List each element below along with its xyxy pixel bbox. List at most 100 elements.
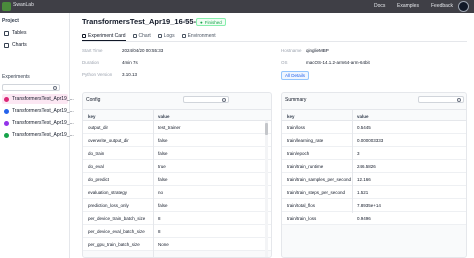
tab-label: Logs xyxy=(163,33,175,39)
table-row: evaluation_strategy no xyxy=(83,186,271,199)
table-row: train/total_flos 7.8935e+14 xyxy=(282,199,466,212)
experiment-color-dot-icon xyxy=(4,108,9,114)
row-key: overwrite_output_dir xyxy=(88,138,129,143)
status-label: Finished xyxy=(204,19,222,25)
table-row: output_dir test_trainer xyxy=(83,121,271,134)
experiment-item[interactable]: TransformersTest_Apr19_... xyxy=(2,106,74,116)
card-icon xyxy=(82,33,86,38)
row-value: test_trainer xyxy=(158,125,181,130)
search-icon xyxy=(457,98,461,102)
experiment-item[interactable]: TransformersTest_Apr19_... xyxy=(2,94,74,104)
row-value: 246.5826 xyxy=(357,164,376,169)
start-time-label: Start Time xyxy=(82,48,103,53)
experiment-item[interactable]: TransformersTest_Apr19_... xyxy=(2,118,74,128)
hostname-value: qinglieMBP xyxy=(306,48,329,53)
tab-label: Environment xyxy=(187,33,216,39)
row-key: per_gpu_train_batch_size xyxy=(88,242,140,247)
tab-experiment-card[interactable]: Experiment Card xyxy=(82,31,126,41)
start-time-value: 2024/04/20 00:55:33 xyxy=(122,48,164,53)
github-avatar-icon[interactable] xyxy=(458,1,469,12)
logs-icon xyxy=(157,34,162,38)
search-icon xyxy=(222,98,226,102)
summary-panel: Summary key value train/loss 0.5445 train… xyxy=(281,92,467,258)
row-key: output_dir xyxy=(88,125,109,130)
row-value: 3 xyxy=(357,151,360,156)
os-value: macOS-14.1.2-arm64-arm-64bit xyxy=(306,60,370,65)
chart-icon xyxy=(132,34,137,38)
config-panel: Config key value output_dir test_trainer … xyxy=(82,92,272,258)
experiment-color-dot-icon xyxy=(4,132,9,138)
experiment-name: TransformersTest_Apr19_... xyxy=(12,120,74,126)
experiment-name: TransformersTest_Apr19_... xyxy=(12,96,74,102)
sidebar-item-tables[interactable]: Tables xyxy=(4,30,26,36)
sidebar-item-label: Tables xyxy=(12,30,27,36)
config-table-header: key value xyxy=(83,109,271,121)
table-row: train/loss 0.5445 xyxy=(282,121,466,134)
row-value: true xyxy=(158,164,166,169)
row-value: false xyxy=(158,151,168,156)
tab-label: Experiment Card xyxy=(88,32,126,39)
row-key: per_device_train_batch_size xyxy=(88,216,146,221)
table-row: train/learning_rate 0.000003333 xyxy=(282,134,466,147)
column-header-key: key xyxy=(88,114,96,119)
nav-examples-link[interactable]: Examples xyxy=(397,3,419,9)
table-row: do_predict false xyxy=(83,173,271,186)
row-key: do_eval xyxy=(88,164,104,169)
experiment-name: TransformersTest_Apr19_... xyxy=(12,108,74,114)
hostname-label: Hostname xyxy=(281,48,302,53)
top-bar: SwanLab Docs Examples Feedback xyxy=(0,0,474,13)
column-header-key: key xyxy=(287,114,295,119)
duration-label: Duration xyxy=(82,60,100,65)
table-row: train/train_runtime 246.5826 xyxy=(282,160,466,173)
experiment-search-input[interactable] xyxy=(2,84,60,91)
tab-bar: Experiment Card Chart Logs Environment xyxy=(82,31,216,41)
row-key: train/total_flos xyxy=(287,203,316,208)
column-header-value: value xyxy=(357,114,369,119)
brand-name: SwanLab xyxy=(13,2,34,8)
status-badge: ● Finished xyxy=(196,18,226,26)
all-details-button[interactable]: All Details xyxy=(281,71,310,80)
tab-logs[interactable]: Logs xyxy=(157,31,175,41)
table-row: overwrite_output_dir false xyxy=(83,134,271,147)
row-key: train/train_samples_per_second xyxy=(287,177,352,182)
row-key: per_device_eval_batch_size xyxy=(88,229,145,234)
column-divider xyxy=(153,109,154,257)
duration-value: 4min 7s xyxy=(122,60,138,65)
table-row: per_device_train_batch_size 8 xyxy=(83,212,271,225)
chart-icon xyxy=(4,42,9,48)
python-version-label: Python Version xyxy=(82,72,113,77)
table-row: train/train_samples_per_second 12.166 xyxy=(282,173,466,186)
summary-title: Summary xyxy=(285,97,307,103)
row-key: train/epoch xyxy=(287,151,310,156)
column-header-value: value xyxy=(158,114,170,119)
tab-chart[interactable]: Chart xyxy=(132,31,151,41)
nav-docs-link[interactable]: Docs xyxy=(374,3,385,9)
config-scrollbar[interactable] xyxy=(265,121,268,257)
row-value: 0.5445 xyxy=(357,125,371,130)
row-value: 8 xyxy=(158,216,161,221)
tab-label: Chart xyxy=(138,33,151,39)
row-value: 1.521 xyxy=(357,190,369,195)
config-title: Config xyxy=(86,97,101,103)
row-value: 12.166 xyxy=(357,177,371,182)
config-search-input[interactable] xyxy=(183,96,229,103)
sidebar: Project Tables Charts Experiments Transf… xyxy=(0,13,74,258)
row-key: do_train xyxy=(88,151,105,156)
summary-search-input[interactable] xyxy=(418,96,464,103)
table-icon xyxy=(4,30,9,36)
sidebar-title: Project xyxy=(2,18,19,24)
table-row: prediction_loss_only false xyxy=(83,199,271,212)
sidebar-item-charts[interactable]: Charts xyxy=(4,42,27,48)
tab-divider xyxy=(82,41,467,42)
row-value: false xyxy=(158,203,168,208)
row-value: 0.9496 xyxy=(357,216,371,221)
experiment-item[interactable]: TransformersTest_Apr19_... xyxy=(2,130,74,140)
tab-environment[interactable]: Environment xyxy=(181,31,216,41)
swanlab-logo-icon[interactable] xyxy=(2,2,11,11)
scrollbar-thumb[interactable] xyxy=(265,123,268,135)
row-key: train/learning_rate xyxy=(287,138,324,143)
nav-feedback-link[interactable]: Feedback xyxy=(431,3,453,9)
table-row: do_eval true xyxy=(83,160,271,173)
edit-pencil-icon[interactable]: ✎ xyxy=(184,19,188,25)
search-icon xyxy=(53,86,57,90)
